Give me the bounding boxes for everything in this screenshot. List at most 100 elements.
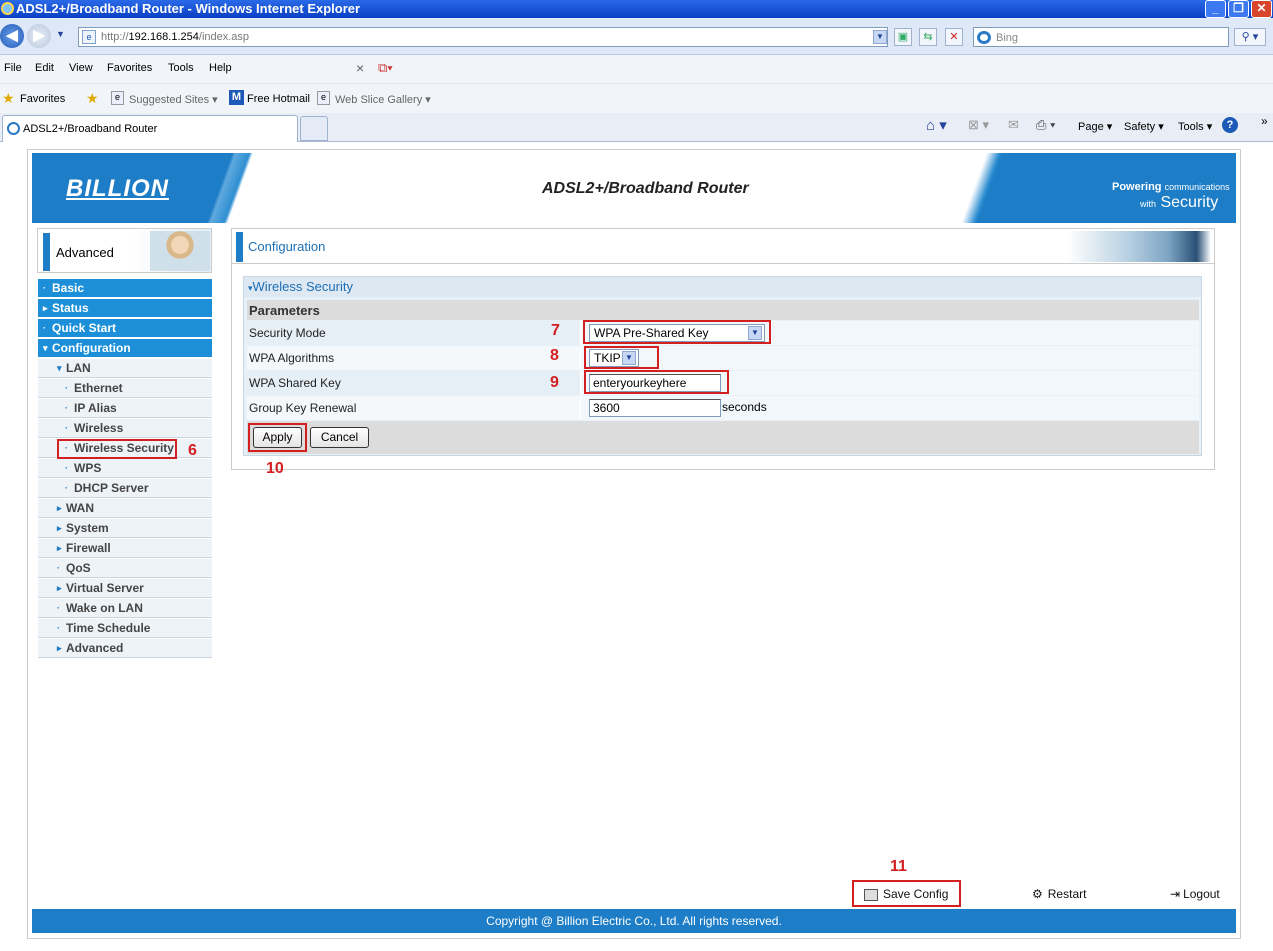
logout-icon: ⇥ (1170, 887, 1181, 901)
menu-favorites[interactable]: Favorites (107, 62, 152, 74)
bullet-icon: · (65, 403, 68, 413)
group-key-unit: seconds (722, 400, 767, 414)
search-placeholder: Bing (996, 32, 1019, 44)
suggested-sites-link[interactable]: Suggested Sites ▾ (129, 93, 218, 106)
bullet-icon: · (65, 383, 68, 393)
tab-bar: ADSL2+/Broadband Router ⌂ ▾ ⊠ ▾ ✉ ⎙ ▾ Pa… (0, 113, 1273, 142)
back-button[interactable]: ◀ (0, 24, 24, 48)
sidebar-item-label: WAN (66, 501, 94, 515)
sidebar-item-basic[interactable]: · Basic (38, 279, 212, 298)
add-favorite-icon[interactable]: ★ (86, 90, 99, 107)
stop-icon[interactable]: ✕ (945, 28, 963, 46)
sidebar-item-configuration[interactable]: ▾ Configuration (38, 339, 212, 358)
tools-menu[interactable]: Tools ▾ (1178, 120, 1212, 133)
page-menu[interactable]: Page ▾ (1078, 120, 1112, 133)
menu-tools[interactable]: Tools (168, 62, 194, 74)
sidebar-item-label: Firewall (66, 541, 111, 555)
print-icon[interactable]: ⎙ ▾ (1036, 117, 1055, 133)
recent-pages-dropdown-icon[interactable]: ▼ (56, 29, 65, 39)
sidebar-item-dhcp-server[interactable]: · DHCP Server (38, 479, 212, 498)
minimize-button[interactable]: _ (1205, 0, 1226, 18)
home-icon[interactable]: ⌂ ▾ (926, 116, 947, 134)
translate-icon[interactable]: ⧉▾ (378, 60, 393, 76)
sidebar-item-ip-alias[interactable]: · IP Alias (38, 399, 212, 418)
sidebar-item-label: System (66, 521, 109, 535)
save-config-link[interactable]: Save Config (864, 887, 948, 901)
close-button[interactable]: ✕ (1251, 0, 1272, 18)
help-icon[interactable]: ? (1222, 117, 1238, 133)
wpa-algorithms-row: WPA Algorithms (247, 346, 1199, 370)
sidebar-item-wps[interactable]: · WPS (38, 459, 212, 478)
wpa-shared-key-input[interactable]: enteryourkeyhere (589, 374, 721, 392)
close-toolbar-icon[interactable]: × (356, 60, 364, 76)
security-mode-select[interactable]: WPA Pre-Shared Key ▼ (589, 324, 765, 342)
sidebar-item-virtual-server[interactable]: ▸ Virtual Server (38, 579, 212, 598)
sidebar-item-label: WPS (74, 461, 102, 475)
sidebar-item-time-schedule[interactable]: · Time Schedule (38, 619, 212, 638)
menu-view[interactable]: View (69, 62, 93, 74)
safety-menu[interactable]: Safety ▾ (1124, 120, 1164, 133)
restart-link[interactable]: ⚙ Restart (1032, 887, 1086, 901)
save-icon (864, 888, 878, 901)
sidebar-item-firewall[interactable]: ▸ Firewall (38, 539, 212, 558)
apply-button[interactable]: Apply (253, 427, 302, 448)
wpa-algorithms-select[interactable]: TKIP ▼ (589, 349, 639, 367)
sidebar-item-lan[interactable]: ▾ LAN (38, 359, 212, 378)
sidebar-item-label: Status (52, 301, 89, 315)
sidebar-item-ethernet[interactable]: · Ethernet (38, 379, 212, 398)
security-mode-label: Security Mode (249, 326, 326, 340)
sidebar-item-label: Virtual Server (66, 581, 144, 595)
menu-file[interactable]: File (4, 62, 22, 74)
sidebar-item-wireless[interactable]: · Wireless (38, 419, 212, 438)
annotation-6: 6 (188, 442, 197, 459)
search-input[interactable]: Bing (973, 27, 1229, 47)
annotation-box-6 (57, 439, 177, 459)
suggested-sites-icon: e (111, 91, 124, 105)
refresh-icon[interactable]: ⇆ (919, 28, 937, 46)
sidebar-item-quick-start[interactable]: · Quick Start (38, 319, 212, 338)
collapsed-arrow-icon: ▸ (57, 503, 62, 513)
new-tab-button[interactable] (300, 116, 328, 141)
billion-logo: BILLION (66, 175, 169, 202)
web-slice-gallery-link[interactable]: Web Slice Gallery ▾ (335, 93, 431, 106)
address-toolbar: ◀ ▶ ▼ e http://192.168.1.254/index.asp ▼… (0, 18, 1273, 55)
favorites-star-icon: ★ (2, 90, 15, 106)
bullet-icon: · (65, 483, 68, 493)
config-header-bar (236, 232, 243, 262)
search-icon[interactable]: ⚲ ▾ (1234, 28, 1266, 46)
compatibility-icon[interactable]: ▣ (894, 28, 912, 46)
sidebar-item-advanced[interactable]: ▸ Advanced (38, 639, 212, 658)
feeds-icon[interactable]: ⊠ ▾ (968, 117, 989, 133)
sidebar-item-label: Ethernet (74, 381, 123, 395)
favorites-bar: ★ Favorites ★ e Suggested Sites ▾ M Free… (0, 83, 1273, 113)
restore-button[interactable]: ❐ (1228, 0, 1249, 18)
chevron-more-icon[interactable]: » (1261, 114, 1268, 128)
sidebar-item-status[interactable]: ▸ Status (38, 299, 212, 318)
sidebar-item-system[interactable]: ▸ System (38, 519, 212, 538)
expanded-arrow-icon: ▾ (57, 363, 62, 373)
favorites-button[interactable]: Favorites (20, 93, 65, 105)
address-dropdown-icon[interactable]: ▼ (873, 30, 887, 44)
collapsed-arrow-icon: ▸ (57, 643, 62, 653)
mail-icon[interactable]: ✉ (1008, 117, 1019, 133)
parameters-title: Parameters (249, 303, 320, 318)
tab-router[interactable]: ADSL2+/Broadband Router (2, 115, 298, 142)
wireless-security-header[interactable]: ▾Wireless Security (244, 277, 1201, 297)
ie-logo-icon (1, 2, 14, 15)
menu-help[interactable]: Help (209, 62, 232, 74)
menu-edit[interactable]: Edit (35, 62, 54, 74)
annotation-7: 7 (551, 322, 560, 339)
sidebar-item-label: Wireless (74, 421, 124, 435)
sidebar-item-wake-on-lan[interactable]: · Wake on LAN (38, 599, 212, 618)
group-key-renewal-input[interactable]: 3600 (589, 399, 721, 417)
free-hotmail-link[interactable]: Free Hotmail (247, 93, 310, 105)
forward-button[interactable]: ▶ (27, 24, 51, 48)
address-input[interactable]: e http://192.168.1.254/index.asp ▼ (78, 27, 888, 47)
sidebar-item-wan[interactable]: ▸ WAN (38, 499, 212, 518)
sidebar-item-qos[interactable]: · QoS (38, 559, 212, 578)
wpa-algorithms-label: WPA Algorithms (249, 351, 335, 365)
chevron-down-icon: ▼ (748, 326, 762, 340)
tab-label: ADSL2+/Broadband Router (23, 123, 158, 135)
cancel-button[interactable]: Cancel (310, 427, 369, 448)
logout-link[interactable]: ⇥ Logout (1170, 887, 1220, 901)
